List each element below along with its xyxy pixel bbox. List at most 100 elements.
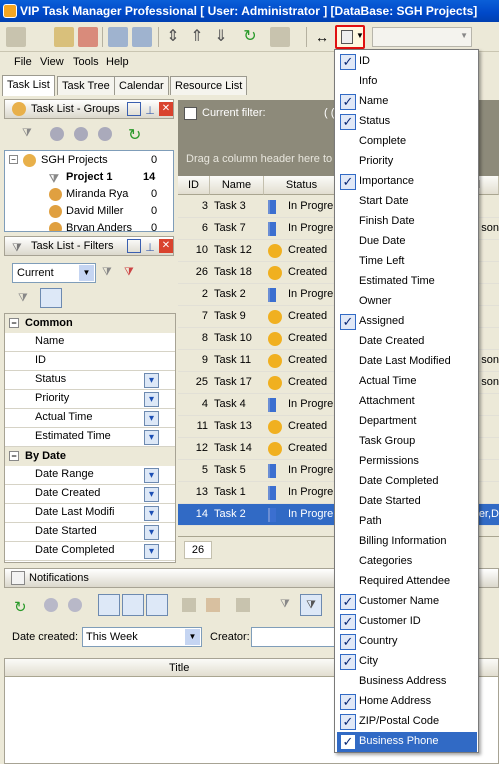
filter-icon[interactable]: ⧩ <box>102 266 116 280</box>
menu-item-billing-information[interactable]: Billing Information <box>337 532 477 552</box>
move-down-arrow-icon[interactable]: ⇓ <box>211 27 231 47</box>
filter-row-date-started[interactable]: Date Started ▾ <box>5 523 175 542</box>
toolbar-combo[interactable]: ▼ <box>372 27 472 47</box>
menu-item-zip-postal-code[interactable]: ✓ ZIP/Postal Code <box>337 712 477 732</box>
collapse-icon[interactable]: − <box>9 451 19 461</box>
resource-icon[interactable] <box>132 27 152 47</box>
menu-item-business-address[interactable]: Business Address <box>337 672 477 692</box>
menu-item-customer-name[interactable]: ✓ Customer Name <box>337 592 477 612</box>
dropdown-icon[interactable]: ▾ <box>144 506 159 521</box>
inbox-button[interactable] <box>98 594 120 616</box>
fit-columns-icon[interactable]: ↔ <box>312 27 332 47</box>
settings-icon[interactable] <box>6 27 26 47</box>
menu-help[interactable]: Help <box>106 56 129 68</box>
settings-icon[interactable] <box>182 598 196 612</box>
move-up-icon[interactable]: ⇑ <box>187 27 207 47</box>
menu-item-department[interactable]: Department <box>337 412 477 432</box>
menu-item-date-completed[interactable]: Date Completed <box>337 472 477 492</box>
tree-item[interactable]: David Miller 0 <box>9 203 169 220</box>
dropdown-icon[interactable]: ▾ <box>144 392 159 407</box>
collapse-icon[interactable]: − <box>9 318 19 328</box>
filter-active-button[interactable]: ⧩ <box>300 594 322 616</box>
dropdown-icon[interactable]: ▾ <box>144 468 159 483</box>
restore-icon[interactable] <box>127 102 141 116</box>
assign-icon[interactable] <box>108 27 128 47</box>
apply-filter-icon[interactable] <box>40 288 62 308</box>
menu-item-actual-time[interactable]: Actual Time <box>337 372 477 392</box>
view-icon[interactable] <box>270 27 290 47</box>
hand-icon[interactable] <box>206 598 220 612</box>
filter-icon[interactable]: ⧩ <box>280 598 294 612</box>
menu-file[interactable]: File <box>14 56 32 68</box>
columns-icon[interactable] <box>236 598 250 612</box>
menu-item-priority[interactable]: Priority <box>337 152 477 172</box>
dropdown-icon[interactable]: ▾ <box>144 411 159 426</box>
menu-item-start-date[interactable]: Start Date <box>337 192 477 212</box>
filter-options-icon[interactable]: ⧩ <box>124 266 138 280</box>
filter-row-priority[interactable]: Priority ▾ <box>5 390 175 409</box>
edit-group-icon[interactable] <box>74 127 88 141</box>
eye-icon[interactable] <box>44 598 58 612</box>
filter-row-name[interactable]: Name <box>5 333 175 352</box>
menu-item-assigned[interactable]: ✓ Assigned <box>337 312 477 332</box>
menu-item-importance[interactable]: ✓ Importance <box>337 172 477 192</box>
menu-item-date-created[interactable]: Date Created <box>337 332 477 352</box>
menu-item-finish-date[interactable]: Finish Date <box>337 212 477 232</box>
menu-item-task-group[interactable]: Task Group <box>337 432 477 452</box>
clear-filter-icon[interactable]: ⧩ <box>18 292 32 306</box>
tree-item[interactable]: Miranda Rya 0 <box>9 186 169 203</box>
tree-item[interactable]: ⧩ Project 1 14 <box>9 169 169 186</box>
menu-item-attachment[interactable]: Attachment <box>337 392 477 412</box>
column-chooser-button[interactable]: ▼ <box>335 25 365 49</box>
remove-group-icon[interactable] <box>98 127 112 141</box>
dropdown-icon[interactable]: ▾ <box>144 525 159 540</box>
menu-item-permissions[interactable]: Permissions <box>337 452 477 472</box>
notes-button[interactable] <box>146 594 168 616</box>
filter-checkbox[interactable] <box>184 107 197 120</box>
tab-task-list[interactable]: Task List <box>2 75 55 96</box>
menu-item-name[interactable]: ✓ Name <box>337 92 477 112</box>
tree-item[interactable]: − SGH Projects 0 <box>9 152 169 169</box>
menu-view[interactable]: View <box>40 56 64 68</box>
menu-item-business-phone[interactable]: ✓ Business Phone <box>337 732 477 752</box>
menu-item-country[interactable]: ✓ Country <box>337 632 477 652</box>
filter-row-id[interactable]: ID <box>5 352 175 371</box>
menu-item-status[interactable]: ✓ Status <box>337 112 477 132</box>
tab-calendar[interactable]: Calendar <box>114 76 169 95</box>
task-icon[interactable] <box>54 27 74 47</box>
menu-item-customer-id[interactable]: ✓ Customer ID <box>337 612 477 632</box>
move-down-icon[interactable]: ⇕ <box>163 27 183 47</box>
menu-tools[interactable]: Tools <box>73 56 99 68</box>
dropdown-icon[interactable]: ▾ <box>144 544 159 559</box>
menu-item-city[interactable]: ✓ City <box>337 652 477 672</box>
category-by-date[interactable]: − By Date <box>5 447 175 466</box>
menu-item-home-address[interactable]: ✓ Home Address <box>337 692 477 712</box>
column-header-id[interactable]: ID <box>178 176 210 195</box>
pin-icon[interactable]: ⊥ <box>143 102 157 117</box>
close-icon[interactable]: ✕ <box>159 102 173 116</box>
date-created-select[interactable]: This Week ▼ <box>82 627 202 647</box>
tree-item[interactable]: Bryan Anders 0 <box>9 220 169 231</box>
pin-icon[interactable]: ⊥ <box>143 239 157 254</box>
menu-item-id[interactable]: ✓ ID <box>337 52 477 72</box>
menu-item-required-attendee[interactable]: Required Attendee <box>337 572 477 592</box>
menu-item-date-last-modified[interactable]: Date Last Modified <box>337 352 477 372</box>
filter-row-date-completed[interactable]: Date Completed ▾ <box>5 542 175 561</box>
hide-icon[interactable] <box>68 598 82 612</box>
dropdown-icon[interactable]: ▾ <box>144 373 159 388</box>
delete-task-icon[interactable] <box>78 27 98 47</box>
menu-item-info[interactable]: Info <box>337 72 477 92</box>
add-group-icon[interactable] <box>50 127 64 141</box>
menu-item-categories[interactable]: Categories <box>337 552 477 572</box>
filter-select[interactable]: Current ▼ <box>12 263 96 283</box>
menu-item-due-date[interactable]: Due Date <box>337 232 477 252</box>
column-header-name[interactable]: Name <box>210 176 264 195</box>
collapse-icon[interactable]: − <box>9 155 18 164</box>
tab-task-tree[interactable]: Task Tree <box>57 76 115 95</box>
menu-item-date-started[interactable]: Date Started <box>337 492 477 512</box>
dropdown-icon[interactable]: ▾ <box>144 430 159 445</box>
menu-item-owner[interactable]: Owner <box>337 292 477 312</box>
chevron-down-icon[interactable]: ▼ <box>185 629 200 645</box>
chevron-down-icon[interactable]: ▼ <box>79 265 94 281</box>
menu-item-time-left[interactable]: Time Left <box>337 252 477 272</box>
